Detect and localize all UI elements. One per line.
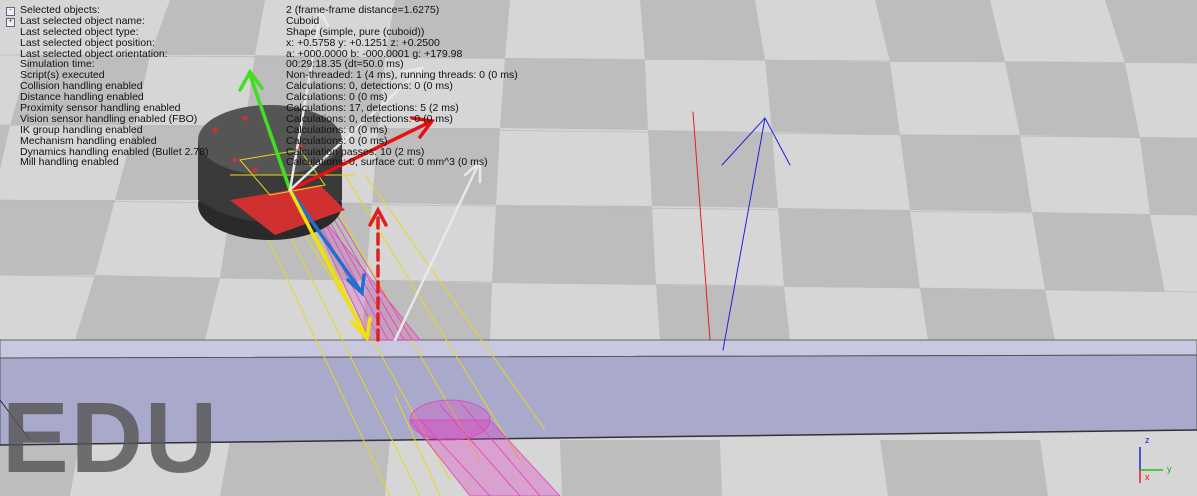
axis-y-label: y: [1167, 464, 1172, 474]
info-value: x: +0.5758 y: +0.1251 z: +0.2500: [286, 36, 440, 49]
axis-z-label: z: [1145, 435, 1150, 445]
info-label: Last selected object position:: [20, 36, 155, 49]
info-value: Calculations: 0 (0 ms): [286, 134, 388, 147]
info-value: Calculations: 0, surface cut: 0 mm^3 (0 …: [286, 156, 488, 169]
expand-toggle-icon[interactable]: -: [6, 7, 15, 16]
info-label: Mechanism handling enabled: [20, 134, 157, 147]
edu-watermark: EDU: [2, 382, 220, 494]
axis-x-label: x: [1145, 472, 1150, 482]
expand-toggle-icon[interactable]: +: [6, 17, 15, 27]
info-label: Mill handling enabled: [20, 156, 119, 169]
